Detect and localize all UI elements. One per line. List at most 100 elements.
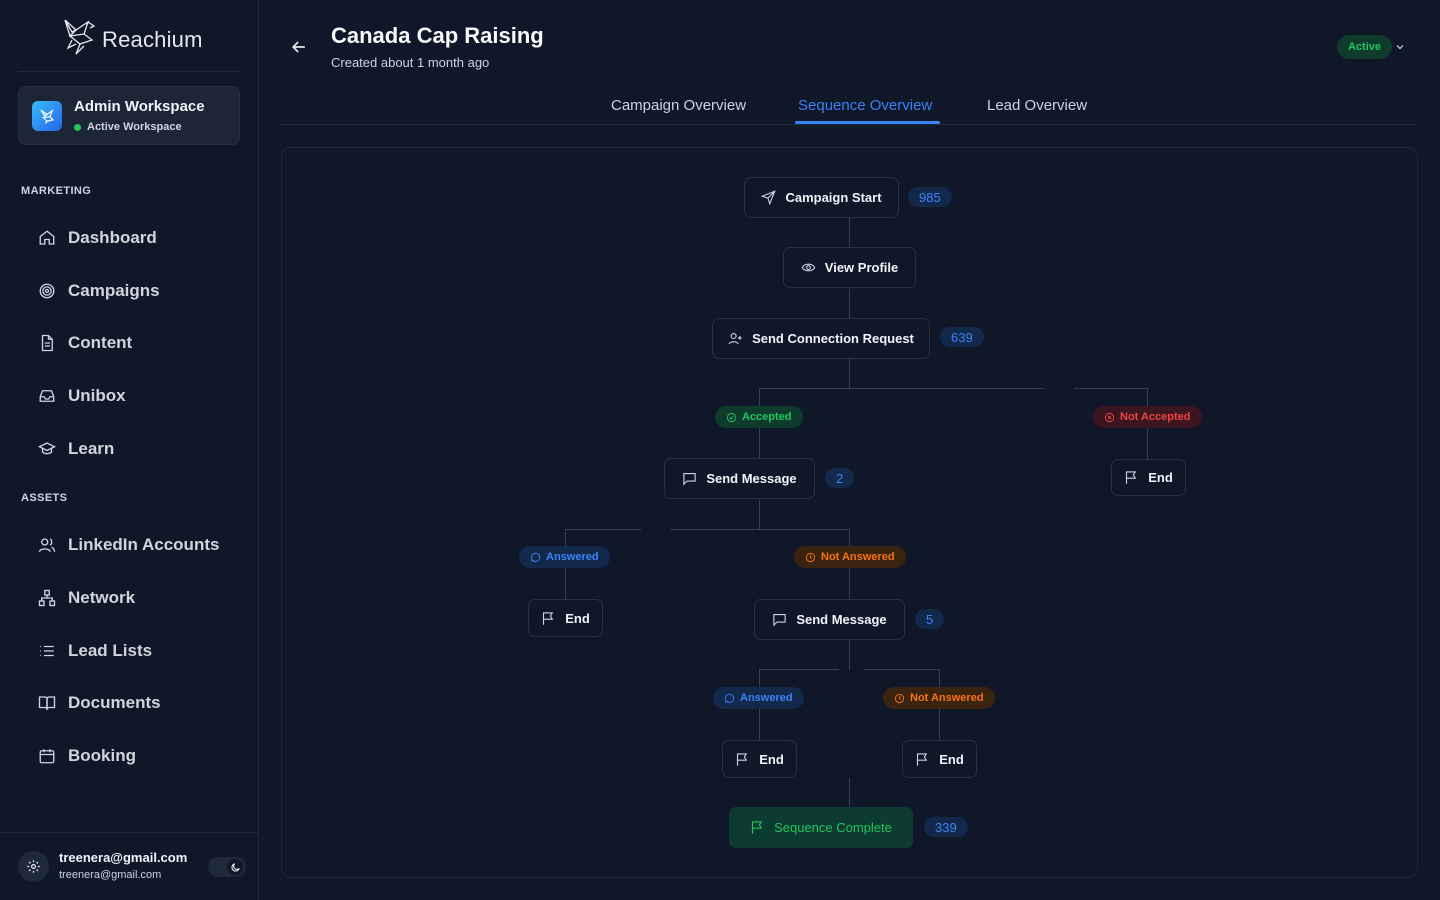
- active-tab-indicator: [795, 121, 940, 124]
- flag-icon: [737, 752, 748, 766]
- connection-request-node[interactable]: Send Connection Request: [712, 318, 930, 359]
- sidebar-item-booking[interactable]: Booking: [22, 736, 240, 776]
- badge-label: Not Accepted: [1120, 411, 1191, 423]
- connector-line: [849, 218, 850, 248]
- sidebar-item-unibox[interactable]: Unibox: [22, 376, 240, 416]
- moon-icon: [230, 862, 240, 872]
- book-icon: [38, 696, 56, 710]
- campaign-start-node[interactable]: Campaign Start: [744, 177, 899, 218]
- connector-line: [1074, 388, 1147, 389]
- sidebar-item-lead-lists[interactable]: Lead Lists: [22, 631, 240, 671]
- workspace-title: Admin Workspace: [74, 98, 205, 115]
- sidebar-item-linkedin-accounts[interactable]: LinkedIn Accounts: [22, 525, 240, 565]
- graduation-cap-icon: [38, 442, 56, 455]
- check-circle-icon: [726, 412, 737, 422]
- eye-icon: [801, 263, 816, 272]
- not-accepted-badge: Not Accepted: [1093, 406, 1202, 428]
- user-email: treenera@gmail.com: [59, 850, 188, 865]
- count-badge: 985: [908, 187, 952, 207]
- send-message-node[interactable]: Send Message: [754, 599, 905, 640]
- count-badge: 639: [940, 327, 984, 347]
- node-label: Send Message: [796, 612, 887, 627]
- connector-line: [864, 669, 940, 670]
- brand-logo[interactable]: Reachium: [62, 18, 203, 61]
- flag-icon: [752, 821, 763, 834]
- answered-badge: Answered: [519, 546, 610, 568]
- toggle-knob: [227, 859, 243, 875]
- divider: [0, 832, 259, 833]
- connector-line: [565, 529, 641, 530]
- badge-label: Not Answered: [821, 551, 895, 563]
- end-node[interactable]: End: [722, 740, 797, 778]
- sidebar-item-network[interactable]: Network: [22, 578, 240, 618]
- sidebar-item-label: Content: [68, 333, 133, 352]
- theme-toggle[interactable]: [208, 857, 246, 877]
- document-icon: [41, 334, 53, 352]
- flag-icon: [1126, 471, 1137, 484]
- sidebar-item-documents[interactable]: Documents: [22, 683, 240, 723]
- sidebar-item-label: Booking: [68, 746, 136, 765]
- tab-lead-overview[interactable]: Lead Overview: [987, 97, 1087, 114]
- answered-badge: Answered: [713, 687, 804, 709]
- tab-campaign-overview[interactable]: Campaign Overview: [611, 97, 746, 114]
- sequence-complete-node[interactable]: Sequence Complete: [729, 807, 913, 848]
- section-label-marketing: MARKETING: [21, 185, 92, 197]
- chevron-down-icon[interactable]: [1394, 41, 1406, 53]
- sidebar-item-label: LinkedIn Accounts: [68, 535, 220, 554]
- workspace-status: Active Workspace: [74, 121, 182, 133]
- node-label: View Profile: [824, 260, 899, 275]
- settings-button[interactable]: [18, 851, 49, 882]
- connector-line: [849, 289, 850, 319]
- connector-line: [849, 640, 850, 670]
- user-email-secondary: treenera@gmail.com: [59, 869, 162, 881]
- badge-label: Answered: [546, 551, 599, 563]
- home-icon: [39, 230, 55, 245]
- connector-line: [759, 669, 839, 670]
- end-node[interactable]: End: [528, 599, 603, 637]
- sidebar-item-content[interactable]: Content: [22, 323, 240, 363]
- brand-name: Reachium: [102, 26, 203, 52]
- sidebar-item-campaigns[interactable]: Campaigns: [22, 271, 240, 311]
- count-badge: 5: [915, 609, 945, 629]
- sidebar-item-label: Network: [68, 588, 136, 607]
- connector-line: [759, 388, 1044, 389]
- message-circle-icon: [530, 552, 541, 562]
- end-node[interactable]: End: [1111, 459, 1186, 496]
- sidebar-item-label: Lead Lists: [68, 641, 153, 660]
- node-label: End: [939, 751, 964, 767]
- sidebar-item-dashboard[interactable]: Dashboard: [22, 218, 240, 258]
- connector-line: [849, 359, 850, 389]
- badge-label: Accepted: [742, 411, 792, 423]
- divider: [18, 71, 240, 72]
- section-label-assets: ASSETS: [21, 492, 68, 504]
- sidebar-item-label: Documents: [68, 693, 161, 712]
- inbox-icon: [39, 390, 55, 402]
- not-answered-badge: Not Answered: [883, 687, 995, 709]
- tab-sequence-overview[interactable]: Sequence Overview: [798, 97, 932, 114]
- send-icon: [761, 190, 777, 205]
- node-label: Sequence Complete: [774, 820, 892, 835]
- send-message-node[interactable]: Send Message: [664, 458, 815, 499]
- view-profile-node[interactable]: View Profile: [783, 247, 916, 288]
- arrow-left-icon: [291, 41, 305, 53]
- clock-icon: [805, 552, 816, 562]
- connector-line: [759, 500, 760, 530]
- gear-icon: [27, 860, 40, 873]
- sidebar-item-learn[interactable]: Learn: [22, 429, 240, 469]
- workspace-status-label: Active Workspace: [87, 121, 182, 133]
- sidebar-item-label: Unibox: [68, 386, 126, 405]
- message-square-icon: [683, 472, 697, 486]
- node-label: End: [759, 751, 784, 767]
- end-node[interactable]: End: [902, 740, 977, 778]
- workspace-avatar-icon: [32, 101, 62, 131]
- users-icon: [38, 538, 56, 552]
- back-button[interactable]: [289, 37, 309, 57]
- node-label: Send Message: [706, 471, 797, 486]
- list-icon: [40, 645, 54, 657]
- node-label: Campaign Start: [785, 190, 882, 205]
- accepted-badge: Accepted: [715, 406, 803, 428]
- workspace-switcher[interactable]: Admin Workspace Active Workspace: [18, 86, 240, 145]
- status-badge[interactable]: Active: [1337, 35, 1393, 59]
- sidebar: Reachium Admin Workspace Active Workspac…: [0, 0, 259, 900]
- clock-icon: [894, 693, 905, 703]
